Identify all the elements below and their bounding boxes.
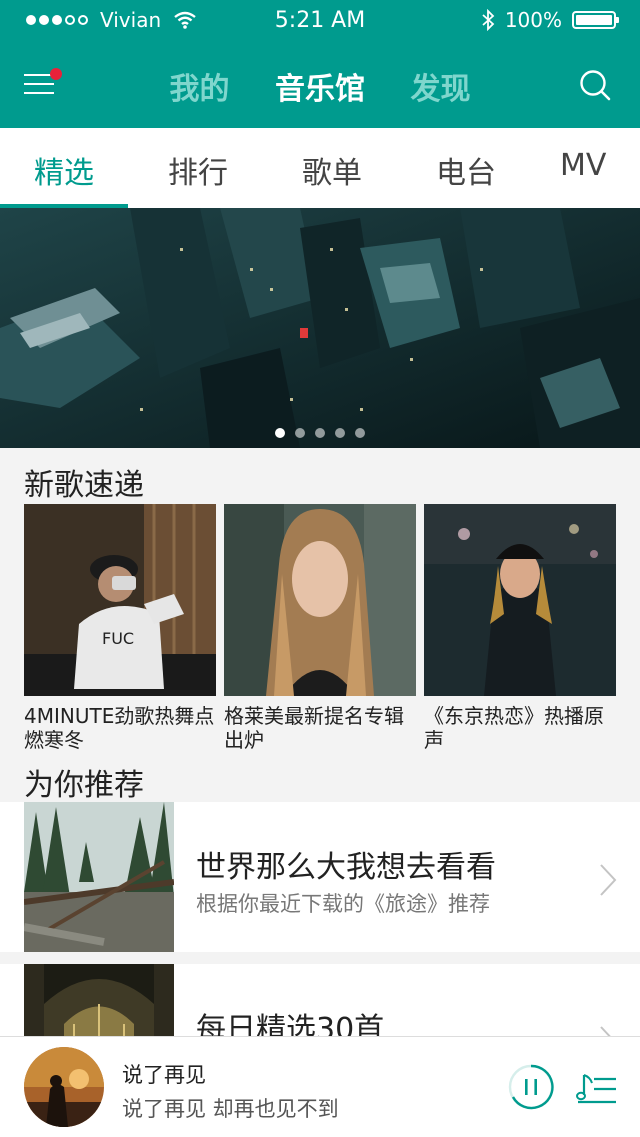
new-song-card[interactable]: 《东京热恋》热播原声	[424, 504, 616, 752]
pause-icon[interactable]	[508, 1064, 554, 1110]
battery-percent: 100%	[504, 8, 562, 32]
album-cover	[224, 504, 416, 696]
recommend-thumb	[24, 802, 174, 952]
album-caption: 4MINUTE劲歌热舞点燃寒冬	[24, 704, 215, 752]
new-song-card[interactable]: 格莱美最新提名专辑出炉	[224, 504, 416, 752]
category-tabs: 精选 排行 歌单 电台 MV	[0, 128, 640, 208]
recommend-item[interactable]: 世界那么大我想去看看 根据你最近下载的《旅途》推荐	[0, 802, 640, 952]
recommend-title: 为你推荐	[24, 768, 144, 803]
new-song-card[interactable]: FUC 4MINUTE劲歌热舞点燃寒冬	[24, 504, 216, 752]
now-playing-title: 说了再见	[122, 1063, 206, 1087]
app-header: 我的 音乐馆 发现	[0, 40, 640, 128]
now-playing-lyric: 说了再见 却再也见不到	[122, 1097, 339, 1121]
tab-charts[interactable]: 排行	[168, 148, 228, 192]
banner-pager	[0, 428, 640, 438]
now-playing-art[interactable]	[24, 1047, 104, 1127]
new-songs-title: 新歌速递	[24, 468, 144, 503]
top-bar: Vivian 5:21 AM 100% 我的 音乐馆 发现	[0, 0, 640, 128]
pager-dot[interactable]	[315, 428, 325, 438]
mini-player: 说了再见 说了再见 却再也见不到	[0, 1036, 640, 1137]
tab-playlists[interactable]: 歌单	[302, 148, 362, 192]
tab-mine[interactable]: 我的	[169, 64, 229, 108]
recommend-item-title: 世界那么大我想去看看	[196, 850, 496, 885]
city-aerial-image	[0, 208, 640, 448]
tab-music-hall[interactable]: 音乐馆	[275, 64, 365, 108]
top-tabs: 我的 音乐馆 发现	[0, 64, 640, 108]
album-caption: 《东京热恋》热播原声	[424, 704, 604, 752]
pager-dot[interactable]	[355, 428, 365, 438]
playlist-icon[interactable]	[576, 1067, 618, 1107]
pager-dot[interactable]	[275, 428, 285, 438]
banner-carousel[interactable]	[0, 208, 640, 448]
chevron-right-icon	[600, 864, 617, 896]
recommend-item-subtitle: 根据你最近下载的《旅途》推荐	[196, 892, 490, 916]
svg-text:FUC: FUC	[102, 629, 134, 648]
battery-icon	[572, 11, 619, 29]
album-cover: FUC	[24, 504, 216, 696]
bluetooth-icon	[482, 9, 495, 31]
search-icon[interactable]	[578, 68, 612, 102]
album-caption: 格莱美最新提名专辑出炉	[224, 704, 404, 752]
tab-mv[interactable]: MV	[560, 148, 606, 183]
album-cover	[424, 504, 616, 696]
pager-dot[interactable]	[295, 428, 305, 438]
tab-featured[interactable]: 精选	[34, 148, 94, 192]
pager-dot[interactable]	[335, 428, 345, 438]
tab-discover[interactable]: 发现	[411, 64, 471, 108]
status-bar: Vivian 5:21 AM 100%	[0, 0, 640, 40]
tab-radio[interactable]: 电台	[436, 148, 496, 192]
